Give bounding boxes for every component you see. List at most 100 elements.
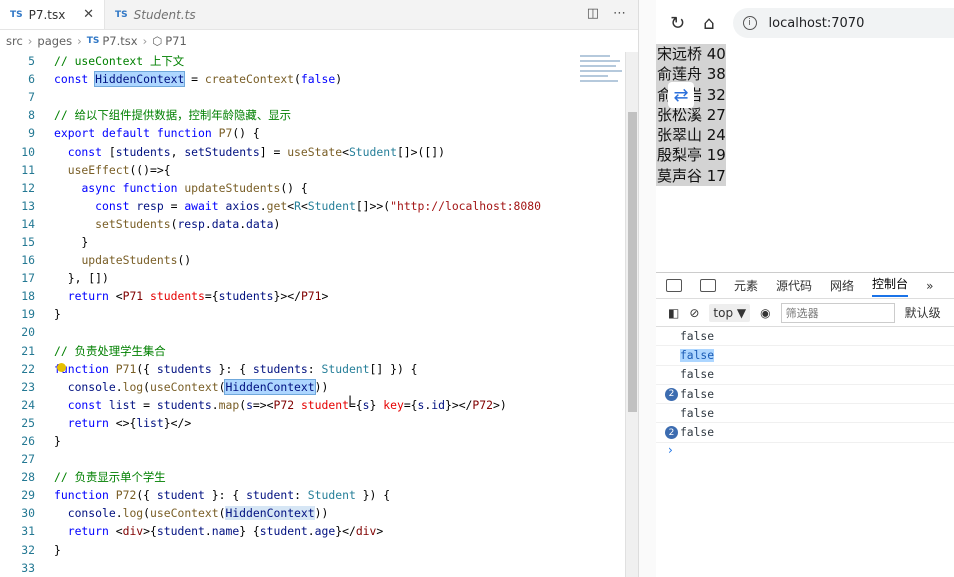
code-line[interactable]: 14 setStudents(resp.data.data) [0,215,575,233]
inspect-icon[interactable] [666,279,682,292]
code-line[interactable]: 32} [0,541,575,559]
code-line[interactable]: 28 // 负责显示单个学生 [0,468,575,486]
console-log: false [656,366,954,385]
breadcrumb-file[interactable]: P7.tsx [102,34,137,48]
code-line[interactable]: 5 // useContext 上下文 [0,52,575,70]
typescript-file-icon: TS [86,36,100,46]
cube-symbol-icon: ⬡ [152,34,163,48]
console-prompt[interactable]: › [656,443,954,461]
code-line[interactable]: 31 return <div>{student.name} {student.a… [0,522,575,540]
code-line[interactable]: 20 [0,323,575,341]
console-log: false [656,346,954,366]
code-line[interactable]: 18 return <P71 students={students}></P71… [0,287,575,305]
code-line[interactable]: 24 const list = students.map(s=><P72 stu… [0,396,575,414]
sidebar-toggle-icon[interactable]: ◧ [668,306,679,320]
breadcrumb: src › pages › TS P7.tsx › ⬡ P71 [0,30,638,52]
code-line[interactable]: 7 [0,88,575,106]
code-line[interactable]: 6 const HiddenContext = createContext(fal… [0,70,575,88]
line-number: 13 [21,198,35,213]
log-text: false [680,406,715,420]
breadcrumb-src[interactable]: src [6,34,23,48]
code-line[interactable]: 17 }, []) [0,269,575,287]
console-log: false [656,404,954,424]
reload-icon[interactable]: ↻ [670,13,685,34]
split-editor-icon[interactable]: ◫ [587,6,599,21]
clear-console-icon[interactable]: ⊘ [689,306,699,320]
code-line[interactable]: 26} [0,432,575,450]
line-text [35,90,61,104]
console-output: false false false 2 false false 2 false [656,327,954,443]
sync-icon[interactable]: ⇄ [668,82,694,108]
line-number: 32 [21,542,35,557]
line-text: return <>{list}</> [67,415,192,430]
code-line[interactable]: 25 return <>{list}</> [0,414,575,432]
more-actions-icon[interactable]: ⋯ [613,6,626,21]
line-number: 31 [21,524,35,539]
breadcrumb-pages[interactable]: pages [37,34,72,48]
code-line[interactable]: 23 console.log(useContext(HiddenContext)… [0,378,575,396]
line-number: 30 [21,506,35,521]
line-text: console.log(useContext(HiddenContext)) [67,378,329,395]
line-text: useEffect(()=>{ [67,162,171,177]
line-number: 15 [21,234,35,249]
tab-elements[interactable]: 元素 [734,277,758,294]
filter-input[interactable]: 筛选器 [780,302,895,323]
line-number: 19 [21,307,35,322]
typescript-file-icon: TS [115,9,128,20]
code-line[interactable]: 27 [0,450,575,468]
editor-scrollbar[interactable] [625,52,638,577]
code-area[interactable]: 5 // useContext 上下文 6 const HiddenContext =… [0,52,575,577]
home-icon[interactable]: ⌂ [703,13,714,34]
student-item: 张松溪 27 [656,104,726,126]
code-line[interactable]: 9 export default function P7() { [0,124,575,142]
line-number: 8 [28,108,35,123]
line-number: 14 [21,216,35,231]
line-number: 6 [28,72,35,87]
minimap[interactable] [576,52,626,132]
code-line[interactable]: 11 useEffect(()=>{ [0,161,575,179]
line-text: } [54,307,61,322]
log-levels[interactable]: 默认级 [905,304,941,321]
scrollbar-thumb[interactable] [628,112,637,412]
student-list: 宋远桥 40俞莲舟 38俞岱岩 32张松溪 27张翠山 24殷梨亭 19莫声谷 … [656,44,726,187]
code-line[interactable]: 12 async function updateStudents() { [0,179,575,197]
tab-sources[interactable]: 源代码 [776,277,812,294]
code-line[interactable]: 22 function P71({ students }: { students:… [0,360,575,378]
log-text: false [680,368,715,382]
code-line[interactable]: 10 const [students, setStudents] = useSt… [0,142,575,160]
device-toggle-icon[interactable] [700,279,716,292]
code-line[interactable]: 15 } [0,233,575,251]
tab-student-ts[interactable]: TS Student.ts [105,0,206,29]
code-line[interactable]: 8 // 给以下组件提供数据，控制年龄隐藏、显示 [0,106,575,124]
tab-p7-tsx[interactable]: TS P7.tsx ✕ [0,0,105,29]
code-line[interactable]: 16 updateStudents() [0,251,575,269]
eye-icon[interactable]: ◉ [760,306,770,320]
log-text: false [680,426,715,440]
breadcrumb-symbol[interactable]: P71 [165,34,187,48]
info-icon[interactable]: i [742,16,757,30]
close-icon[interactable]: ✕ [83,7,94,22]
line-number: 23 [21,379,35,394]
address-bar[interactable]: i localhost:7070 [732,8,954,38]
log-text: false [680,387,715,401]
code-line[interactable]: 33 [0,559,575,577]
code-line[interactable]: 21 // 负责处理学生集合 [0,342,575,360]
line-number: 17 [21,271,35,286]
console-log: 2 false [656,385,954,405]
tab-network[interactable]: 网络 [830,277,854,294]
tab-console[interactable]: 控制台 [872,275,909,297]
code-line[interactable]: 30 console.log(useContext(HiddenContext)… [0,504,575,522]
devtools-tabs: 元素 源代码 网络 控制台 » [656,273,954,299]
code-line[interactable]: 13 const resp = await axios.get<R<Studen… [0,197,575,215]
typescript-file-icon: TS [10,9,23,20]
more-tabs-icon[interactable]: » [926,279,933,293]
context-select[interactable]: top ▼ [709,303,751,322]
code-editor[interactable]: TS P7.tsx ✕ TS Student.ts ◫ ⋯ src › pages… [0,0,638,577]
line-text: // 负责显示单个学生 [54,470,166,485]
code-line[interactable]: 29 function P72({ student }: { student: S… [0,486,575,504]
code-line[interactable]: 19} [0,305,575,323]
devtools-panel: 元素 源代码 网络 控制台 » ◧ ⊘ top ▼ ◉ 筛选器 默认级 fals… [656,272,954,577]
text-cursor-icon: I [348,394,353,410]
log-text: false [680,329,715,343]
lightbulb-icon[interactable] [57,362,66,372]
